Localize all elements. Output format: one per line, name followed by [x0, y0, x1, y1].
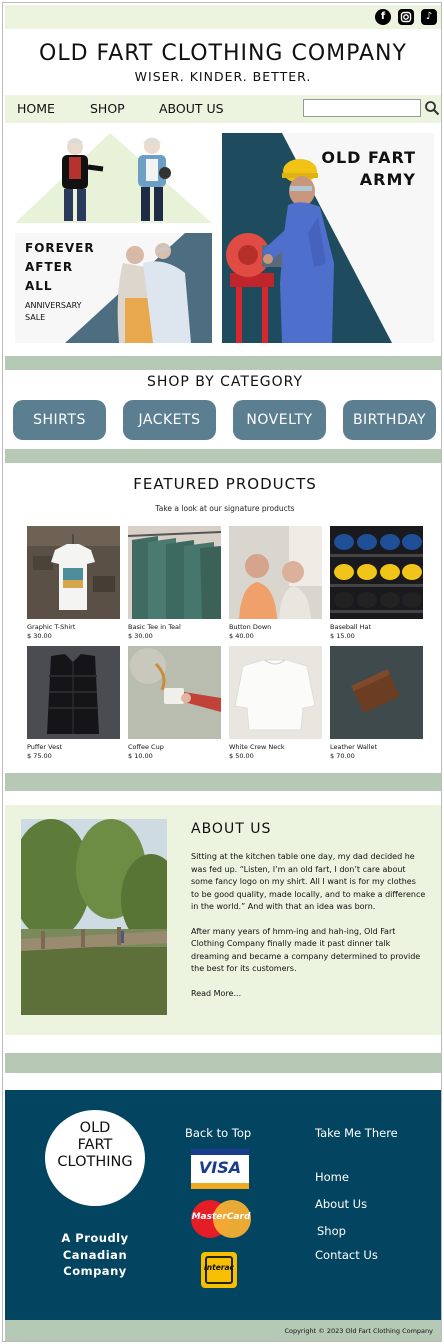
footer-link-contact-us[interactable]: Contact Us: [315, 1248, 378, 1262]
product-price: $ 50.00: [229, 752, 254, 760]
category-birthday-button[interactable]: BIRTHDAY: [343, 400, 436, 440]
product-card[interactable]: Leather Wallet $ 70.00: [330, 646, 423, 776]
section-divider: [5, 1053, 441, 1073]
old-fart-army-heading: OLD FART ARMY: [321, 148, 416, 189]
site-header: OLD FART CLOTHING COMPANY WISER. KINDER.…: [5, 29, 441, 93]
product-image[interactable]: [229, 526, 322, 619]
read-more-link[interactable]: Read More...: [191, 988, 426, 1001]
product-image[interactable]: [27, 646, 120, 739]
search-input[interactable]: [303, 99, 421, 117]
search-icon[interactable]: [424, 99, 440, 117]
proudly-canadian-text: A Proudly Canadian Company: [61, 1231, 129, 1278]
product-name: Leather Wallet: [330, 743, 378, 751]
product-card[interactable]: Graphic T-Shirt $ 30.00: [27, 526, 120, 656]
shop-by-category-title: SHOP BY CATEGORY: [146, 374, 304, 390]
old-fart-army-banner[interactable]: OLD FART ARMY: [222, 133, 434, 343]
page-frame: f ♪ OLD FART CLOTHING COMPANY WISER. KIN…: [2, 2, 442, 1342]
product-price: $ 10.00: [128, 752, 153, 760]
product-image[interactable]: [229, 646, 322, 739]
product-name: Baseball Hat: [330, 623, 372, 631]
product-price: $ 40.00: [229, 632, 254, 640]
product-image[interactable]: [128, 526, 221, 619]
product-card[interactable]: Coffee Cup $ 10.00: [128, 646, 221, 776]
back-to-top-link[interactable]: Back to Top: [185, 1126, 251, 1140]
nav-shop[interactable]: SHOP: [90, 101, 125, 116]
footer-logo[interactable]: OLD FART CLOTHING: [45, 1110, 145, 1206]
hero-old-men-image: [15, 133, 212, 223]
section-divider: [5, 773, 441, 791]
tagline: WISER. KINDER. BETTER.: [134, 69, 312, 84]
product-image[interactable]: [330, 646, 423, 739]
copyright-text: Copyright © 2023 Old Fart Clothing Compa…: [284, 1327, 433, 1335]
hero-old-men-banner[interactable]: [15, 133, 212, 223]
nav-home[interactable]: HOME: [17, 101, 55, 116]
brand-title[interactable]: OLD FART CLOTHING COMPANY: [5, 41, 441, 66]
product-card[interactable]: Baseball Hat $ 15.00: [330, 526, 423, 656]
footer-link-about-us[interactable]: About Us: [315, 1197, 367, 1211]
tiktok-icon[interactable]: ♪: [421, 9, 437, 25]
featured-products-subtitle: Take a look at our signature products: [155, 504, 295, 513]
about-paragraph-2: After many years of hmm-ing and hah-ing,…: [191, 926, 421, 974]
interac-icon: Interac: [201, 1252, 237, 1288]
product-price: $ 15.00: [330, 632, 355, 640]
facebook-icon[interactable]: f: [375, 9, 391, 25]
anniversary-sale-label: ANNIVERSARY SALE: [25, 301, 82, 322]
about-us-text: Sitting at the kitchen table one day, my…: [191, 851, 426, 1012]
product-name: Coffee Cup: [128, 743, 164, 751]
take-me-there-heading: Take Me There: [315, 1126, 398, 1140]
copyright-bar: Copyright © 2023 Old Fart Clothing Compa…: [5, 1320, 441, 1341]
product-name: Basic Tee in Teal: [128, 623, 181, 631]
category-jackets-button[interactable]: JACKETS: [123, 400, 216, 440]
visa-icon: VISA: [191, 1149, 249, 1189]
product-name: Puffer Vest: [27, 743, 63, 751]
product-card[interactable]: Puffer Vest $ 75.00: [27, 646, 120, 776]
product-image[interactable]: [128, 646, 221, 739]
mastercard-icon: MasterCard: [191, 1200, 251, 1240]
product-name: Button Down: [229, 623, 272, 631]
product-card[interactable]: White Crew Neck $ 50.00: [229, 646, 322, 776]
product-price: $ 30.00: [27, 632, 52, 640]
anniversary-sale-banner[interactable]: FOREVER AFTER ALL ANNIVERSARY SALE: [15, 233, 212, 343]
product-image[interactable]: [27, 526, 120, 619]
main-nav: HOME SHOP ABOUT US: [5, 95, 441, 123]
site-footer: OLD FART CLOTHING A Proudly Canadian Com…: [5, 1090, 441, 1320]
social-bar: f ♪: [5, 5, 441, 29]
category-novelty-button[interactable]: NOVELTY: [233, 400, 326, 440]
footer-link-shop[interactable]: Shop: [317, 1224, 346, 1238]
about-paragraph-1: Sitting at the kitchen table one day, my…: [191, 852, 426, 911]
about-us-title: ABOUT US: [191, 821, 272, 837]
forever-after-all-heading: FOREVER AFTER ALL: [25, 241, 95, 293]
section-divider: [5, 449, 441, 463]
product-price: $ 75.00: [27, 752, 52, 760]
instagram-icon[interactable]: [398, 9, 414, 25]
product-card[interactable]: Button Down $ 40.00: [229, 526, 322, 656]
category-shirts-button[interactable]: SHIRTS: [13, 400, 106, 440]
product-price: $ 70.00: [330, 752, 355, 760]
farm-landscape-image: [21, 819, 167, 1015]
product-card[interactable]: Basic Tee in Teal $ 30.00: [128, 526, 221, 656]
featured-products-title: FEATURED PRODUCTS: [133, 475, 317, 493]
nav-about-us[interactable]: ABOUT US: [159, 101, 224, 116]
section-divider: [5, 356, 441, 370]
product-price: $ 30.00: [128, 632, 153, 640]
product-name: White Crew Neck: [229, 743, 285, 751]
product-name: Graphic T-Shirt: [27, 623, 76, 631]
footer-link-home[interactable]: Home: [315, 1170, 349, 1184]
product-image[interactable]: [330, 526, 423, 619]
